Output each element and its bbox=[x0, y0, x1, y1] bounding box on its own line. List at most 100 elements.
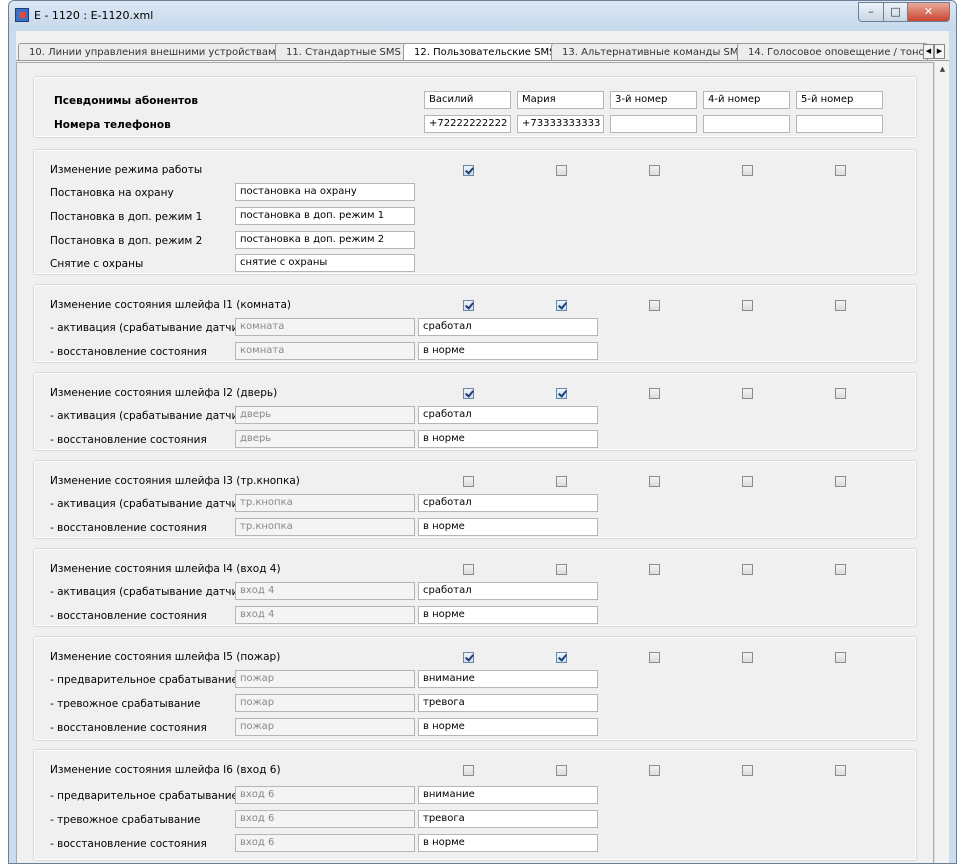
loop-checkbox[interactable] bbox=[463, 652, 474, 663]
tab-standard-sms[interactable]: 11. Стандартные SMS bbox=[275, 43, 409, 60]
loop-panel-title: Изменение состояния шлейфа I6 (вход 6) bbox=[50, 764, 281, 776]
phone-input-1[interactable]: +72222222222 bbox=[424, 115, 511, 133]
phone-input-3[interactable] bbox=[610, 115, 697, 133]
loop-name-field: вход 4 bbox=[235, 606, 415, 624]
loop-checkbox[interactable] bbox=[742, 388, 753, 399]
loop-sms-text-input[interactable]: сработал bbox=[418, 406, 598, 424]
loop-name-field: комната bbox=[235, 318, 415, 336]
loop-checkbox[interactable] bbox=[649, 476, 660, 487]
loop-name-field: вход 6 bbox=[235, 786, 415, 804]
loop-checkbox[interactable] bbox=[742, 300, 753, 311]
loop-sms-text-input[interactable]: в норме bbox=[418, 430, 598, 448]
alias-input-2[interactable]: Мария bbox=[517, 91, 604, 109]
loop-checkbox[interactable] bbox=[835, 388, 846, 399]
alias-input-4[interactable]: 4-й номер bbox=[703, 91, 790, 109]
loop-checkbox[interactable] bbox=[556, 300, 567, 311]
loop-checkbox[interactable] bbox=[742, 564, 753, 575]
loop-panel-i3: Изменение состояния шлейфа I3 (тр.кнопка… bbox=[33, 460, 917, 539]
mode-sms-text-input[interactable]: постановка в доп. режим 2 bbox=[235, 231, 415, 249]
app-icon bbox=[15, 8, 29, 22]
loop-checkbox[interactable] bbox=[742, 652, 753, 663]
loop-sms-text-input[interactable]: в норме bbox=[418, 342, 598, 360]
loop-checkbox[interactable] bbox=[649, 388, 660, 399]
mode-sms-text-input[interactable]: постановка на охрану bbox=[235, 183, 415, 201]
loop-checkbox[interactable] bbox=[463, 300, 474, 311]
vertical-scrollbar[interactable]: ▲ bbox=[934, 62, 950, 863]
mode-sms-text-input[interactable]: постановка в доп. режим 1 bbox=[235, 207, 415, 225]
loop-sms-text-input[interactable]: внимание bbox=[418, 670, 598, 688]
loop-sms-text-input[interactable]: сработал bbox=[418, 318, 598, 336]
client-area: 10. Линии управления внешними устройства… bbox=[16, 31, 950, 863]
loop-sms-text-input[interactable]: тревога bbox=[418, 694, 598, 712]
tab-external-lines[interactable]: 10. Линии управления внешними устройства… bbox=[18, 43, 291, 60]
loop-checkbox[interactable] bbox=[556, 765, 567, 776]
tab-voice-alert[interactable]: 14. Голосовое оповещение / тоновое bbox=[737, 43, 943, 60]
loop-checkbox[interactable] bbox=[835, 765, 846, 776]
mode-checkbox-1[interactable] bbox=[463, 165, 474, 176]
loop-checkbox[interactable] bbox=[835, 300, 846, 311]
mode-checkbox-4[interactable] bbox=[742, 165, 753, 176]
loop-panel-title: Изменение состояния шлейфа I1 (комната) bbox=[50, 299, 291, 311]
loop-checkbox[interactable] bbox=[742, 765, 753, 776]
loop-sms-text-input[interactable]: в норме bbox=[418, 518, 598, 536]
tab-alt-commands[interactable]: 13. Альтернативные команды SMS bbox=[551, 43, 753, 60]
loop-panel-title: Изменение состояния шлейфа I2 (дверь) bbox=[50, 387, 278, 399]
mode-sms-text-input[interactable]: снятие с охраны bbox=[235, 254, 415, 272]
loop-row-label: - тревожное срабатывание bbox=[50, 814, 201, 826]
loop-row-label: - восстановление состояния bbox=[50, 722, 207, 734]
loop-checkbox[interactable] bbox=[463, 388, 474, 399]
loop-checkbox[interactable] bbox=[835, 564, 846, 575]
loop-sms-text-input[interactable]: сработал bbox=[418, 582, 598, 600]
tab-custom-sms[interactable]: 12. Пользовательские SMS bbox=[403, 43, 564, 60]
phone-input-4[interactable] bbox=[703, 115, 790, 133]
mode-row-label: Постановка на охрану bbox=[50, 187, 174, 199]
loop-sms-text-input[interactable]: сработал bbox=[418, 494, 598, 512]
loop-checkbox[interactable] bbox=[649, 652, 660, 663]
close-button[interactable]: ✕ bbox=[907, 2, 950, 22]
loop-checkbox[interactable] bbox=[649, 564, 660, 575]
loop-checkbox[interactable] bbox=[556, 476, 567, 487]
loop-row-label: - восстановление состояния bbox=[50, 434, 207, 446]
loop-sms-text-input[interactable]: в норме bbox=[418, 718, 598, 736]
loop-row-label: - предварительное срабатывание bbox=[50, 790, 239, 802]
loop-checkbox[interactable] bbox=[463, 765, 474, 776]
tab-scroll-left-icon[interactable]: ◀ bbox=[923, 44, 934, 59]
loop-checkbox[interactable] bbox=[649, 765, 660, 776]
mode-checkbox-3[interactable] bbox=[649, 165, 660, 176]
loop-sms-text-input[interactable]: внимание bbox=[418, 786, 598, 804]
phone-input-5[interactable] bbox=[796, 115, 883, 133]
loop-checkbox[interactable] bbox=[556, 652, 567, 663]
minimize-button[interactable]: – bbox=[858, 2, 884, 22]
alias-input-1[interactable]: Василий bbox=[424, 91, 511, 109]
mode-checkbox-5[interactable] bbox=[835, 165, 846, 176]
loop-name-field: тр.кнопка bbox=[235, 494, 415, 512]
loop-checkbox[interactable] bbox=[556, 564, 567, 575]
loop-name-field: пожар bbox=[235, 718, 415, 736]
loop-panel-i4: Изменение состояния шлейфа I4 (вход 4) -… bbox=[33, 548, 917, 627]
loop-sms-text-input[interactable]: тревога bbox=[418, 810, 598, 828]
loop-sms-text-input[interactable]: в норме bbox=[418, 834, 598, 852]
loop-checkbox[interactable] bbox=[742, 476, 753, 487]
mode-change-panel: Изменение режима работы Постановка на ох… bbox=[33, 149, 917, 275]
loop-sms-text-input[interactable]: в норме bbox=[418, 606, 598, 624]
loop-row-label: - активация (срабатывание датчика) bbox=[50, 498, 256, 510]
tab-scroll-right-icon[interactable]: ▶ bbox=[934, 44, 945, 59]
loop-name-field: вход 6 bbox=[235, 834, 415, 852]
scroll-up-icon[interactable]: ▲ bbox=[935, 62, 950, 77]
phone-input-2[interactable]: +73333333333 bbox=[517, 115, 604, 133]
loop-checkbox[interactable] bbox=[463, 564, 474, 575]
loop-checkbox[interactable] bbox=[463, 476, 474, 487]
loop-panel-i1: Изменение состояния шлейфа I1 (комната) … bbox=[33, 284, 917, 363]
tab-strip: 10. Линии управления внешними устройства… bbox=[16, 43, 949, 61]
maximize-button[interactable]: □ bbox=[883, 2, 908, 22]
phones-label: Номера телефонов bbox=[54, 119, 171, 131]
loop-name-field: дверь bbox=[235, 430, 415, 448]
subscribers-panel: Псевдонимы абонентов Номера телефонов Ва… bbox=[33, 76, 917, 138]
loop-checkbox[interactable] bbox=[835, 476, 846, 487]
loop-checkbox[interactable] bbox=[649, 300, 660, 311]
alias-input-5[interactable]: 5-й номер bbox=[796, 91, 883, 109]
alias-input-3[interactable]: 3-й номер bbox=[610, 91, 697, 109]
loop-checkbox[interactable] bbox=[835, 652, 846, 663]
loop-checkbox[interactable] bbox=[556, 388, 567, 399]
mode-checkbox-2[interactable] bbox=[556, 165, 567, 176]
